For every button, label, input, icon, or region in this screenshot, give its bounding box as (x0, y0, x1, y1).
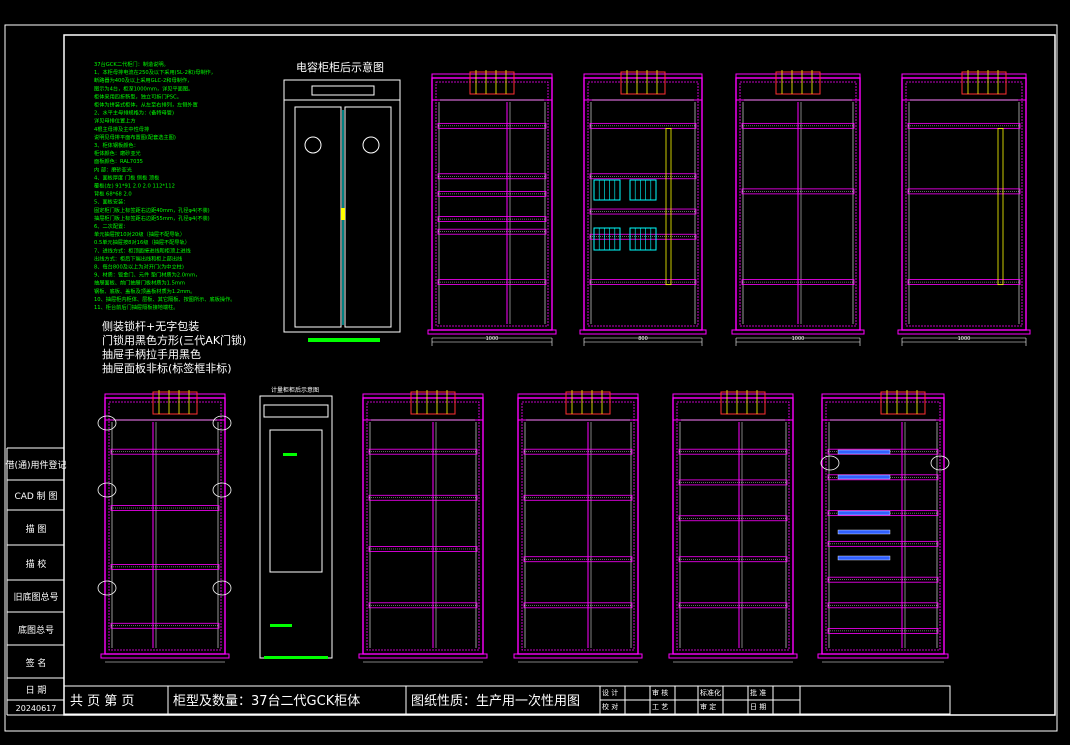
drawer-slot (837, 555, 891, 561)
note-large-line: 抽屉手柄拉手用黑色 (102, 347, 201, 361)
note-large-line: 抽屉面板非标(标签框非标) (102, 361, 232, 375)
lock-ellipse (97, 580, 117, 596)
meter-title: 计量柜柜后示意图 (271, 386, 319, 394)
note-line: 图示为4台，柜深1000mm，详见平面图。 (94, 84, 193, 92)
dimension-label: 1000 (486, 336, 499, 342)
note-line: 2、水平主母排规格为：(备特母管) (94, 109, 174, 117)
note-line: 1、本柜母排电流在250及以下采用(SL-2和)母制作， (94, 68, 216, 76)
drawer-slot (837, 449, 891, 455)
side-label: 20240617 (15, 703, 57, 713)
sign-cell-label: 审 核 (652, 689, 669, 697)
note-large-line: 侧装锁杆+无字包装 (102, 319, 199, 333)
lock-ellipse (820, 455, 840, 471)
lock-ellipse (212, 580, 232, 596)
note-line: 面板颜色：RAL7035 (94, 157, 143, 165)
side-label: 描 图 (25, 524, 47, 535)
title-drawing-nature: 图纸性质：生产用一次性用图 (411, 694, 581, 709)
cabinet-frame (668, 390, 798, 663)
note-line: 5、面板安装： (94, 198, 128, 206)
lock-ellipse (97, 482, 117, 498)
dimension-label: 800 (638, 336, 648, 342)
note-line: 断路器为400及以上采用GLC-2和母制作， (94, 76, 192, 84)
drawer-slot (837, 474, 891, 480)
note-line: 单元抽屉按10对20级（抽屉不配导轨） (94, 230, 185, 238)
capacitor-cabinet-rear-view: 电容柜柜后示意图 (283, 60, 401, 342)
note-line: 10、抽屉柜内柜体、层板、其它隔板、按图所示、底板操作。 (94, 295, 235, 303)
note-line: 8、每台800及以上为对开门(为中立柱) (94, 263, 184, 271)
cabinet-frame (427, 70, 557, 339)
cabinet-frame (513, 390, 643, 663)
note-line: 抽屉柜门板上标签距右边距55mm，孔径φ4(不装) (94, 214, 210, 222)
lock-ellipse (212, 415, 232, 431)
note-line: 6、二次配置： (94, 222, 128, 230)
cabinet-frame (100, 390, 230, 663)
outer-frame (4, 24, 1058, 732)
sign-cell-label: 设 计 (602, 689, 619, 697)
lock-ellipse (97, 415, 117, 431)
side-label: 底图总号 (17, 625, 54, 636)
note-line: 柜体采用四折新型，独立可拆门PSC。 (94, 92, 182, 100)
side-label: 描 校 (25, 559, 47, 570)
sign-cell-label: 标准化 (700, 689, 721, 697)
dimension-label: 1000 (958, 336, 971, 342)
note-line: 4根主母排及主中性母排 (94, 125, 149, 133)
note-line: 出线方式：柜后下端出线和柜上部出线 (94, 254, 182, 262)
note-line: 覆板(左) 91*91 2.0 2.0 112*112 (94, 182, 175, 190)
note-line: 7、进线方式：柜顶面接进线和柜顶上进线 (94, 246, 191, 254)
note-line: 说明见母排平面布置图(配套选主图) (94, 133, 176, 141)
side-label: 签 名 (25, 658, 47, 669)
cad-drawing-canvas: 37台GCK二代柜门：制造说明。1、本柜母排电流在250及以下采用(SL-2和)… (4, 24, 1058, 732)
cabinet-frame (358, 390, 488, 663)
side-label: 旧底图总号 (13, 593, 59, 603)
note-line: 37台GCK二代柜门：制造说明。 (94, 60, 169, 68)
sign-cell-label: 校 对 (602, 703, 619, 711)
note-line: 柜体颜色：磨砂亚光 (94, 149, 141, 157)
note-line: 钢板、底板、盖板及顶盖板材质为1.2mm。 (94, 287, 195, 295)
cabinet-frame (897, 70, 1031, 339)
sign-cell-label: 批 准 (750, 689, 767, 697)
side-label: CAD 制 图 (14, 492, 58, 502)
note-line: 柜体为拼装式柜体，从左至右排列，左侧外置 (94, 101, 198, 109)
note-line: 4、面板厚度 门板 侧板 顶板 (94, 173, 160, 181)
side-label: 日 期 (25, 686, 47, 696)
note-line: 背板 68*68 2.0 (94, 190, 132, 198)
special-notes: 侧装锁杆+无字包装门锁用黑色方形(三代AK门锁)抽屉手柄拉手用黑色抽屉面板非标(… (102, 319, 246, 375)
note-line: 固定柜门板上标签距右边距40mm，孔径φ4(不装) (94, 206, 210, 214)
note-line: 11、柜台前后门抽屉隔板接地端柱。 (94, 303, 178, 311)
note-line: 0.5单元抽屉按8对16级（抽屉不配导轨） (94, 238, 190, 246)
note-line: 3、柜体钢板颜色： (94, 141, 139, 149)
side-label: 借(通)用件登记 (5, 461, 67, 471)
cabinet-frame (579, 70, 707, 339)
drawer-slot (837, 529, 891, 535)
dimension-label: 1000 (792, 336, 805, 342)
note-line: 内 部：磨砂亚光 (94, 165, 132, 173)
drawer-slot (837, 510, 891, 516)
note-large-line: 门锁用黑色方形(三代AK门锁) (102, 333, 246, 347)
note-line: 抽屉面板、前门抽屉门板材质为1.5mm (94, 279, 185, 287)
capacitor-title: 电容柜柜后示意图 (296, 60, 384, 74)
sign-cell-label: 审 定 (700, 703, 717, 711)
cabinet-frame (817, 390, 949, 663)
cabinet-frame (731, 70, 865, 339)
note-line: 详见母排位置上方 (94, 117, 136, 125)
title-pages: 共 页 第 页 (70, 694, 135, 709)
sign-cell-label: 日 期 (750, 703, 767, 711)
sign-cell-label: 工 艺 (652, 703, 669, 711)
note-line: 9、材质：钣金门、元件 垫门材质为2.0mm， (94, 271, 200, 279)
manufacturing-notes: 37台GCK二代柜门：制造说明。1、本柜母排电流在250及以下采用(SL-2和)… (94, 60, 235, 311)
title-model-quantity: 柜型及数量：37台二代GCK柜体 (173, 694, 361, 709)
meter-cabinet-rear-view: 计量柜柜后示意图 (259, 386, 333, 659)
lock-ellipse (212, 482, 232, 498)
